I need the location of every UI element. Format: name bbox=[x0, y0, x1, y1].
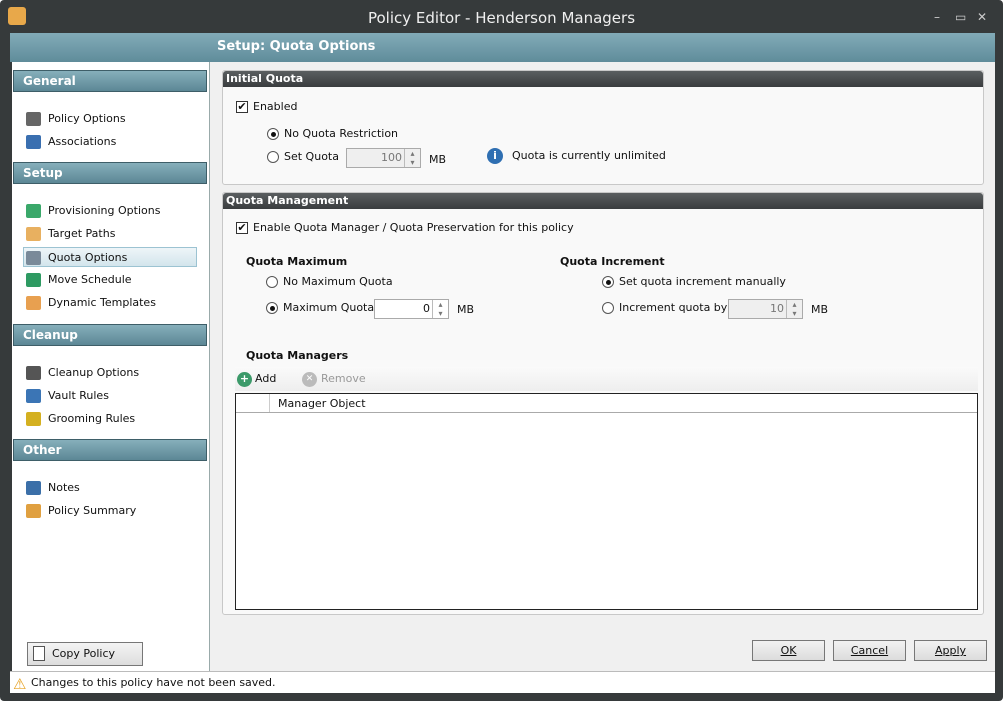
sidebar-item-label: Grooming Rules bbox=[48, 412, 136, 425]
no-maximum-quota-radio[interactable] bbox=[266, 276, 278, 288]
sidebar-item-vault-rules[interactable]: Vault Rules bbox=[24, 386, 196, 406]
remove-button[interactable]: ✕ Remove bbox=[302, 370, 366, 388]
page-title: Setup: Quota Options bbox=[10, 33, 995, 62]
database-icon bbox=[26, 251, 41, 265]
sidebar-item-label: Dynamic Templates bbox=[48, 296, 156, 309]
sidebar-item-cleanup-options[interactable]: Cleanup Options bbox=[24, 363, 196, 383]
filter-icon bbox=[26, 412, 41, 426]
summary-icon bbox=[26, 504, 41, 518]
sidebar-item-label: Provisioning Options bbox=[48, 204, 161, 217]
info-icon: i bbox=[487, 148, 503, 164]
copy-policy-data-button[interactable]: Copy Policy Data bbox=[27, 642, 143, 682]
minimize-button[interactable]: – bbox=[934, 10, 940, 24]
manual-increment-radio[interactable] bbox=[602, 276, 614, 288]
main-content: Initial Quota ✔ Enabled No Quota Restric… bbox=[210, 62, 995, 671]
vault-icon bbox=[26, 389, 41, 403]
sidebar-item-policy-summary[interactable]: Policy Summary bbox=[24, 501, 196, 521]
copy-icon bbox=[33, 646, 45, 661]
enable-quota-manager-checkbox[interactable]: ✔ bbox=[236, 222, 248, 234]
maximize-button[interactable]: ▭ bbox=[955, 10, 966, 24]
sidebar-section-other: Other bbox=[13, 439, 207, 461]
maximum-quota-radio[interactable] bbox=[266, 302, 278, 314]
warning-icon: ⚠ bbox=[13, 675, 27, 693]
enabled-checkbox[interactable]: ✔ bbox=[236, 101, 248, 113]
sidebar-item-label: Move Schedule bbox=[48, 273, 132, 286]
increment-by-radio[interactable] bbox=[602, 302, 614, 314]
sidebar-item-policy-options[interactable]: Policy Options bbox=[24, 109, 196, 129]
ok-button[interactable]: OK bbox=[752, 640, 825, 661]
quota-maximum-heading: Quota Maximum bbox=[246, 255, 348, 268]
set-quota-unit: MB bbox=[429, 153, 447, 166]
maximum-quota-unit: MB bbox=[457, 303, 475, 316]
app-logo-icon bbox=[8, 7, 26, 25]
checkmark-icon bbox=[26, 204, 41, 218]
arrow-right-icon bbox=[26, 273, 41, 287]
sidebar-item-label: Policy Summary bbox=[48, 504, 137, 517]
sidebar-item-associations[interactable]: Associations bbox=[24, 132, 196, 152]
notes-icon bbox=[26, 481, 41, 495]
quota-increment-heading: Quota Increment bbox=[560, 255, 665, 268]
sidebar-item-label: Cleanup Options bbox=[48, 366, 140, 379]
folder-icon bbox=[26, 227, 41, 241]
sidebar-item-grooming-rules[interactable]: Grooming Rules bbox=[24, 409, 196, 429]
sidebar-item-dynamic-templates[interactable]: Dynamic Templates bbox=[24, 293, 196, 313]
maximum-quota-label: Maximum Quota bbox=[283, 301, 375, 314]
sidebar-item-label: Policy Options bbox=[48, 112, 126, 125]
sidebar-section-general: General bbox=[13, 70, 207, 92]
managers-table: Manager Object bbox=[235, 393, 978, 610]
sidebar-section-setup: Setup bbox=[13, 162, 207, 184]
sidebar-item-move-schedule[interactable]: Move Schedule bbox=[24, 270, 196, 290]
increment-by-label: Increment quota by bbox=[619, 301, 728, 314]
increment-stepper[interactable]: 10 bbox=[728, 299, 803, 319]
table-header: Manager Object bbox=[236, 394, 977, 413]
sidebar-item-label: Associations bbox=[48, 135, 117, 148]
initial-quota-panel: Initial Quota ✔ Enabled No Quota Restric… bbox=[222, 70, 984, 185]
sidebar-item-target-paths[interactable]: Target Paths bbox=[24, 224, 196, 244]
no-maximum-quota-label: No Maximum Quota bbox=[283, 275, 393, 288]
no-quota-restriction-label: No Quota Restriction bbox=[284, 127, 399, 140]
set-quota-label: Set Quota bbox=[284, 150, 339, 163]
increment-unit: MB bbox=[811, 303, 829, 316]
sidebar-section-cleanup: Cleanup bbox=[13, 324, 207, 346]
close-button[interactable]: ✕ bbox=[977, 10, 987, 24]
quota-management-header: Quota Management bbox=[223, 193, 983, 209]
gear-icon bbox=[26, 112, 41, 126]
quota-management-panel: Quota Management ✔ Enable Quota Manager … bbox=[222, 192, 984, 615]
cancel-button[interactable]: Cancel bbox=[833, 640, 906, 661]
sidebar-item-label: Target Paths bbox=[48, 227, 116, 240]
add-label: Add bbox=[255, 372, 277, 385]
sidebar-item-quota-options[interactable]: Quota Options bbox=[23, 247, 197, 267]
status-bar: ⚠ Changes to this policy have not been s… bbox=[10, 671, 995, 693]
quota-managers-heading: Quota Managers bbox=[246, 349, 349, 362]
remove-label: Remove bbox=[321, 372, 366, 385]
no-quota-restriction-radio[interactable] bbox=[267, 128, 279, 140]
trash-icon bbox=[26, 366, 41, 380]
window-title: Policy Editor - Henderson Managers bbox=[367, 9, 636, 27]
add-button[interactable]: + Add bbox=[237, 370, 276, 388]
sidebar-item-provisioning-options[interactable]: Provisioning Options bbox=[24, 201, 196, 221]
users-icon bbox=[26, 135, 41, 149]
sidebar-item-notes[interactable]: Notes bbox=[24, 478, 196, 498]
quota-info-text: Quota is currently unlimited bbox=[512, 149, 666, 162]
enabled-label: Enabled bbox=[253, 100, 298, 113]
enable-quota-manager-label: Enable Quota Manager / Quota Preservatio… bbox=[253, 221, 574, 234]
managers-toolbar: + Add ✕ Remove bbox=[235, 367, 978, 391]
sidebar: General Policy Options Associations Setup Pr… bbox=[12, 62, 210, 682]
set-quota-radio[interactable] bbox=[267, 151, 279, 163]
sidebar-item-label: Notes bbox=[48, 481, 80, 494]
apply-button[interactable]: Apply bbox=[914, 640, 987, 661]
column-header-manager-object[interactable]: Manager Object bbox=[278, 397, 366, 410]
sidebar-item-label: Quota Options bbox=[48, 251, 128, 264]
manual-increment-label: Set quota increment manually bbox=[619, 275, 786, 288]
folder-edit-icon bbox=[26, 296, 41, 310]
initial-quota-header: Initial Quota bbox=[223, 71, 983, 87]
remove-icon: ✕ bbox=[302, 372, 317, 387]
sidebar-item-label: Vault Rules bbox=[48, 389, 109, 402]
status-message: Changes to this policy have not been sav… bbox=[31, 676, 276, 689]
plus-icon: + bbox=[237, 372, 252, 387]
set-quota-stepper[interactable]: 100 bbox=[346, 148, 421, 168]
column-header-select[interactable] bbox=[236, 394, 270, 412]
maximum-quota-stepper[interactable]: 0 bbox=[374, 299, 449, 319]
